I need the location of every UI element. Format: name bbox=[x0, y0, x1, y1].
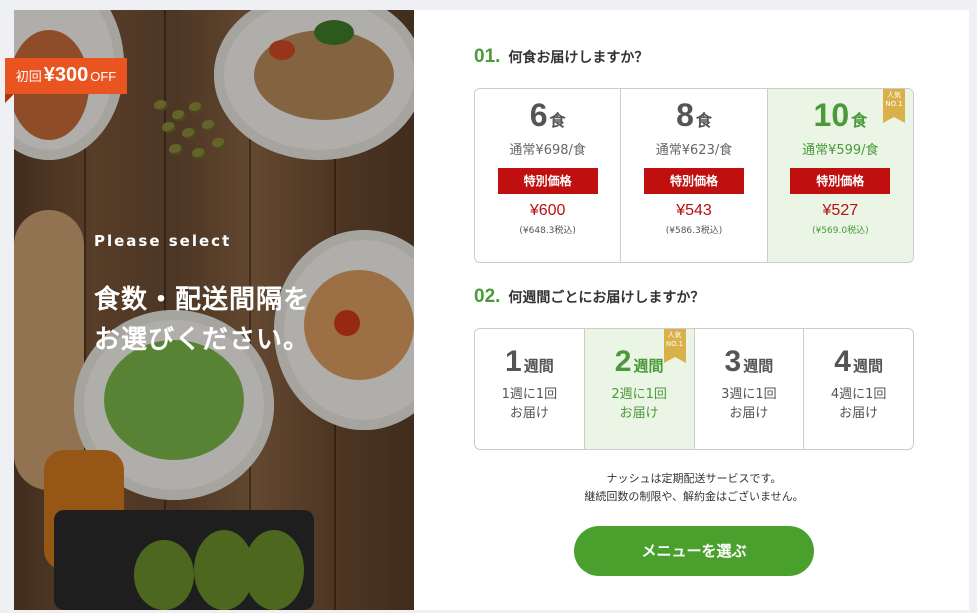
interval-option-4[interactable]: 4 週間 4週に1回お届け bbox=[804, 329, 913, 449]
meal-unit: 食 bbox=[851, 113, 868, 130]
question-number: 02. bbox=[474, 286, 501, 307]
sale-price: ¥600 bbox=[529, 202, 566, 219]
hero-title-line2: お選びください。 bbox=[94, 325, 311, 355]
popular-no1-badge: 人気 NO.1 bbox=[663, 329, 686, 363]
selection-panel: 01. 何食お届けしますか？ 6食 通常¥698/食 特別価格 ¥600 (¥6… bbox=[414, 10, 969, 610]
interval-option-1[interactable]: 1 週間 1週に1回お届け bbox=[475, 329, 585, 449]
regular-price: 通常¥599/食 bbox=[802, 143, 879, 158]
interval-desc-line1: 3週に1回 bbox=[721, 387, 777, 402]
question-meals-heading: 01. 何食お届けしますか？ bbox=[474, 46, 648, 68]
question-interval-heading: 02. 何週間ごとにお届けしますか？ bbox=[474, 286, 704, 308]
special-price-label: 特別価格 bbox=[497, 168, 598, 194]
tax-included-price: (¥586.3税込) bbox=[665, 226, 723, 236]
sale-price: ¥543 bbox=[676, 202, 712, 219]
choose-menu-button[interactable]: メニューを選ぶ bbox=[574, 526, 814, 576]
interval-desc-line1: 1週に1回 bbox=[501, 387, 558, 402]
note-line2: 継続回数の制限や、解約金はございません。 bbox=[584, 490, 804, 503]
hero-image: Please select 食数・配送間隔を お選びください。 bbox=[14, 10, 414, 610]
popular-badge-line2: NO.1 bbox=[885, 100, 903, 108]
week-unit: 週間 bbox=[633, 358, 664, 375]
interval-option-2[interactable]: 人気 NO.1 2 週間 2週に1回お届け bbox=[584, 329, 695, 449]
meal-option-8[interactable]: 8食 通常¥623/食 特別価格 ¥543 (¥586.3税込) bbox=[621, 89, 768, 262]
week-count: 1 bbox=[505, 345, 522, 378]
interval-desc-line2: お届け bbox=[509, 406, 549, 421]
week-count: 3 bbox=[724, 345, 742, 378]
meal-unit: 食 bbox=[695, 113, 712, 130]
hero-title: 食数・配送間隔を お選びください。 bbox=[94, 280, 310, 360]
week-count: 2 bbox=[614, 345, 632, 378]
question-text: 何週間ごとにお届けしますか？ bbox=[508, 290, 705, 306]
week-unit: 週間 bbox=[743, 358, 774, 375]
badge-prefix: 初回 bbox=[15, 69, 42, 84]
special-price-label: 特別価格 bbox=[790, 168, 891, 194]
regular-price: 通常¥698/食 bbox=[509, 143, 586, 158]
subscription-note: ナッシュは定期配送サービスです。 継続回数の制限や、解約金はございません。 bbox=[474, 470, 914, 506]
note-line1: ナッシュは定期配送サービスです。 bbox=[606, 472, 782, 485]
interval-desc-line1: 4週に1回 bbox=[830, 387, 887, 402]
week-unit: 週間 bbox=[523, 358, 554, 375]
interval-option-3[interactable]: 3 週間 3週に1回お届け bbox=[695, 329, 805, 449]
week-count: 4 bbox=[834, 345, 851, 378]
interval-desc-line2: お届け bbox=[839, 406, 879, 421]
week-unit: 週間 bbox=[852, 358, 883, 375]
popular-badge-line2: NO.1 bbox=[665, 340, 684, 348]
interval-desc-line2: お届け bbox=[729, 406, 769, 421]
sale-price: ¥527 bbox=[822, 202, 859, 219]
hero-subtitle: Please select bbox=[94, 232, 232, 250]
interval-desc-line1: 2週に1回 bbox=[611, 387, 667, 402]
meal-unit: 食 bbox=[549, 113, 566, 130]
meal-count: 6 bbox=[529, 97, 548, 133]
meal-count: 10 bbox=[813, 97, 850, 133]
popular-badge-line1: 人気 bbox=[667, 331, 682, 339]
hero-title-line1: 食数・配送間隔を bbox=[94, 285, 311, 315]
meal-count: 8 bbox=[676, 97, 694, 133]
tax-included-price: (¥648.3税込) bbox=[519, 226, 576, 236]
badge-fold bbox=[5, 94, 14, 103]
tax-included-price: (¥569.0税込) bbox=[812, 226, 869, 236]
first-order-discount-badge: 初回 ¥300 OFF bbox=[5, 58, 127, 94]
meal-count-options: 6食 通常¥698/食 特別価格 ¥600 (¥648.3税込) 8食 通常¥6… bbox=[474, 88, 914, 263]
question-text: 何食お届けしますか？ bbox=[508, 50, 649, 66]
regular-price: 通常¥623/食 bbox=[655, 143, 733, 158]
special-price-label: 特別価格 bbox=[643, 168, 744, 194]
meal-option-10[interactable]: 人気 NO.1 10 食 通常¥599/食 特別価格 ¥527 (¥569.0税込… bbox=[767, 89, 913, 262]
popular-no1-badge: 人気 NO.1 bbox=[882, 89, 905, 123]
question-number: 01. bbox=[474, 46, 501, 67]
interval-desc-line2: お届け bbox=[619, 406, 659, 421]
popular-badge-line1: 人気 bbox=[886, 91, 901, 99]
badge-suffix: OFF bbox=[90, 69, 117, 84]
meal-option-6[interactable]: 6食 通常¥698/食 特別価格 ¥600 (¥648.3税込) bbox=[475, 89, 622, 262]
badge-amount: ¥300 bbox=[43, 64, 89, 86]
delivery-interval-options: 1 週間 1週に1回 お届け 人気 NO.1 2 週間 2週に1回 お届け 3 週間 3週… bbox=[474, 328, 914, 450]
